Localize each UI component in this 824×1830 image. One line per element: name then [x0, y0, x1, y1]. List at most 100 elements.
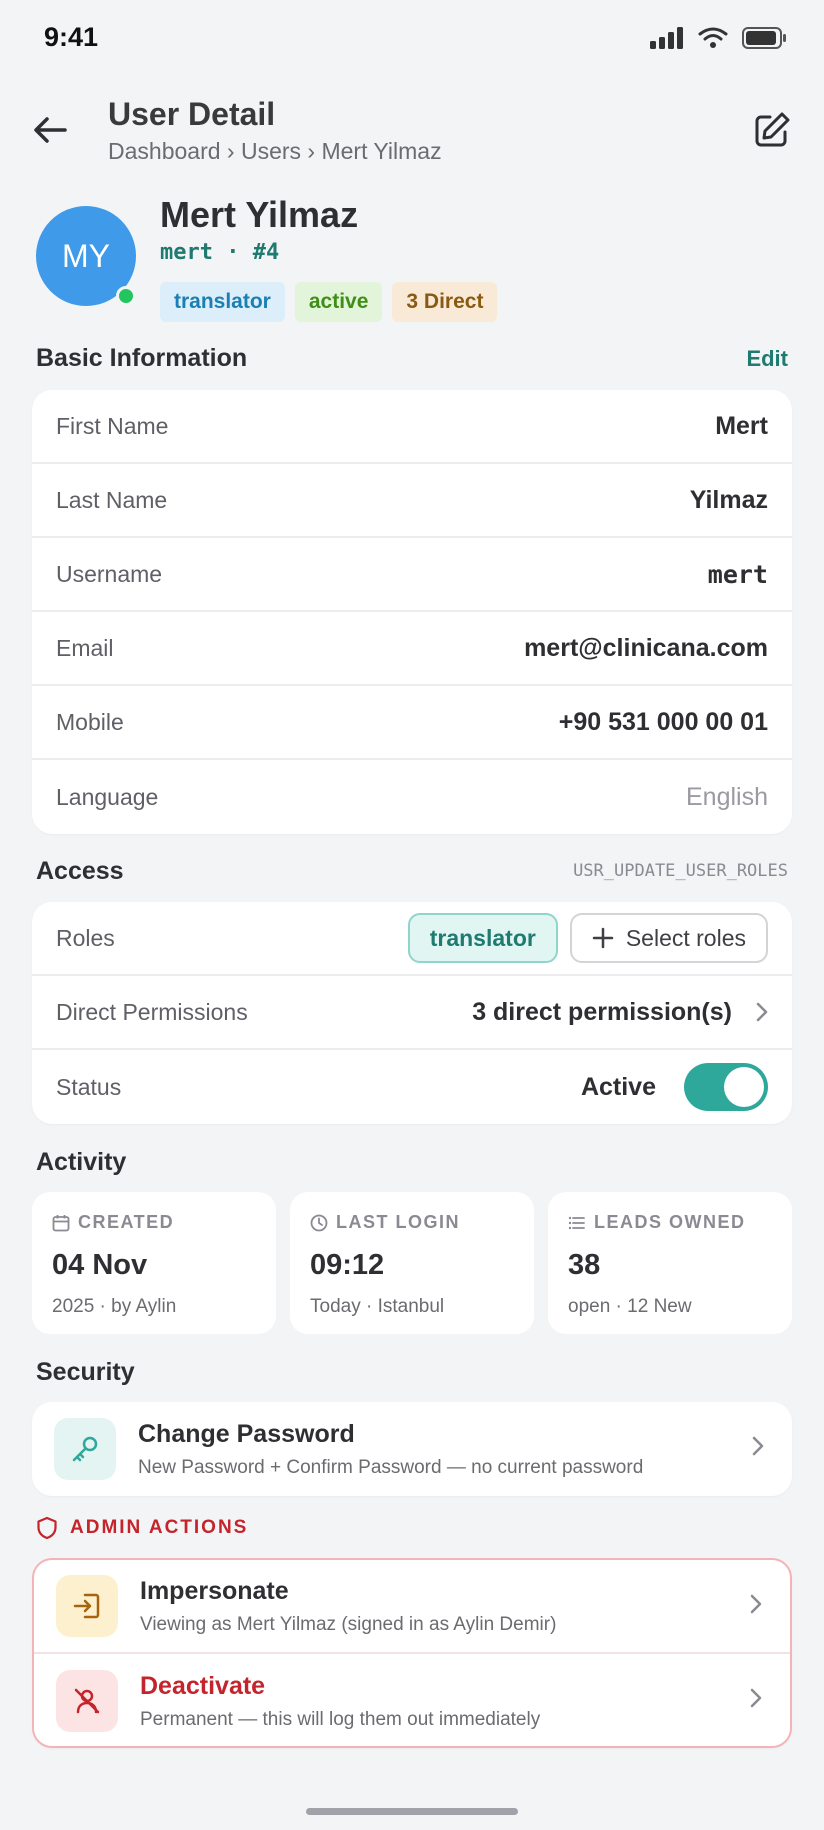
admin-actions-title: ADMIN ACTIONS: [70, 1517, 249, 1538]
chevron-right-icon: [750, 1688, 762, 1708]
wifi-icon: [698, 27, 728, 48]
stat-caption: CREATED: [52, 1212, 256, 1233]
row-label: Email: [56, 634, 114, 661]
row-direct-permissions[interactable]: Direct Permissions 3 direct permission(s…: [32, 976, 792, 1050]
select-roles-button[interactable]: Select roles: [569, 913, 768, 963]
clock-icon: [310, 1214, 328, 1231]
login-icon: [73, 1593, 100, 1619]
direct-badge: 3 Direct: [392, 282, 498, 322]
status-icons: [650, 26, 788, 50]
row-label: Status: [56, 1073, 122, 1100]
status-badge: active: [294, 282, 383, 322]
impersonate-desc: Viewing as Mert Yilmaz (signed in as Ayl…: [140, 1613, 557, 1635]
stat-detail: 2025 · by Aylin: [52, 1296, 177, 1317]
row-label: Mobile: [56, 708, 124, 735]
stat-card-created: CREATED 04 Nov 2025 · by Aylin: [32, 1192, 276, 1334]
stat-card-leads-owned: LEADS OWNED 38 open · 12 New: [548, 1192, 792, 1334]
change-password-desc: New Password + Confirm Password — no cur…: [138, 1456, 644, 1478]
arrow-left-icon: [34, 117, 67, 143]
row-email[interactable]: Email mert@clinicana.com: [32, 612, 792, 686]
key-icon-wrap: [54, 1418, 116, 1480]
row-value: 3 direct permission(s): [472, 997, 732, 1026]
user-name: Mert Yilmaz: [160, 194, 359, 235]
row-label: Username: [56, 560, 163, 587]
shield-icon: [37, 1516, 57, 1540]
user-handle: mert · #4: [160, 240, 280, 265]
user-off-icon: [74, 1688, 100, 1714]
status-group: Active: [581, 1063, 768, 1111]
toggle-knob: [724, 1067, 764, 1107]
roles-group: translator Select roles: [407, 913, 768, 963]
stat-card-last-login: LAST LOGIN 09:12 Today · Istanbul: [290, 1192, 534, 1334]
battery-icon: [742, 27, 786, 49]
deactivate-button[interactable]: Deactivate Permanent — this will log the…: [34, 1654, 790, 1746]
change-password-text: Change Password New Password + Confirm P…: [138, 1420, 643, 1479]
deactivate-title: Deactivate: [140, 1671, 266, 1700]
impersonate-button[interactable]: Impersonate Viewing as Mert Yilmaz (sign…: [34, 1560, 790, 1654]
edit-icon: [755, 112, 790, 147]
status-toggle[interactable]: [684, 1063, 768, 1111]
status-time: 9:41: [44, 22, 99, 52]
impersonate-text: Impersonate Viewing as Mert Yilmaz (sign…: [140, 1577, 556, 1636]
list-icon: [568, 1216, 585, 1229]
row-value: Active: [580, 1072, 656, 1101]
chevron-right-icon: [752, 1436, 764, 1456]
chevron-right-icon: [750, 1594, 762, 1614]
stat-value: 09:12: [310, 1249, 385, 1281]
change-password-title: Change Password: [138, 1419, 355, 1448]
stat-caption: LAST LOGIN: [310, 1212, 514, 1233]
top-header: User Detail Dashboard › Users › Mert Yil…: [0, 78, 824, 188]
basic-info-title: Basic Information: [36, 344, 248, 372]
row-roles: Roles translator Select roles: [32, 902, 792, 976]
stat-caption-text: LAST LOGIN: [336, 1212, 460, 1232]
permission-code: USR_UPDATE_USER_ROLES: [573, 861, 788, 881]
deactivate-text: Deactivate Permanent — this will log the…: [140, 1672, 540, 1731]
row-first-name[interactable]: First Name Mert: [32, 390, 792, 464]
key-icon: [72, 1436, 98, 1462]
direct-permissions-group: 3 direct permission(s): [472, 998, 768, 1027]
activity-title: Activity: [36, 1148, 127, 1176]
role-chip-translator[interactable]: translator: [407, 913, 558, 963]
security-card: Change Password New Password + Confirm P…: [32, 1402, 792, 1496]
online-indicator: [116, 286, 136, 306]
status-bar: 9:41: [0, 0, 824, 78]
chevron-right-icon: [756, 1002, 768, 1022]
access-card: Roles translator Select roles Direct Per…: [32, 902, 792, 1124]
admin-actions-card: Impersonate Viewing as Mert Yilmaz (sign…: [32, 1558, 792, 1748]
impersonate-title: Impersonate: [140, 1576, 289, 1605]
stat-caption: LEADS OWNED: [568, 1212, 772, 1233]
row-label: Last Name: [56, 486, 168, 513]
stat-detail: Today · Istanbul: [310, 1296, 445, 1317]
back-button[interactable]: [28, 108, 72, 152]
edit-user-button[interactable]: [750, 108, 794, 152]
admin-actions-heading: ADMIN ACTIONS: [36, 1516, 248, 1540]
row-label: First Name: [56, 412, 169, 439]
security-title: Security: [36, 1358, 135, 1386]
access-title: Access: [36, 857, 124, 885]
user-off-icon-wrap: [56, 1670, 118, 1732]
change-password-button[interactable]: Change Password New Password + Confirm P…: [32, 1402, 792, 1496]
home-indicator[interactable]: [306, 1808, 518, 1815]
row-status: Status Active: [32, 1050, 792, 1124]
profile-badges: translator active 3 Direct: [160, 282, 498, 322]
breadcrumb[interactable]: Dashboard › Users › Mert Yilmaz: [108, 138, 442, 165]
row-label: Direct Permissions: [56, 998, 248, 1025]
calendar-icon: [52, 1214, 70, 1231]
deactivate-desc: Permanent — this will log them out immed…: [140, 1708, 541, 1730]
stat-caption-text: CREATED: [78, 1212, 175, 1232]
stat-value: 38: [568, 1249, 601, 1281]
row-value: English: [686, 782, 768, 811]
row-username[interactable]: Username mert: [32, 538, 792, 612]
stat-value: 04 Nov: [52, 1249, 148, 1281]
basic-info-edit-button[interactable]: Edit: [746, 346, 788, 372]
select-roles-label: Select roles: [625, 924, 746, 951]
login-icon-wrap: [56, 1575, 118, 1637]
stat-detail: open · 12 New: [568, 1296, 692, 1317]
plus-icon: [592, 927, 614, 949]
row-value: Yilmaz: [689, 485, 768, 514]
basic-info-card: First Name Mert Last Name Yilmaz Usernam…: [32, 390, 792, 834]
row-mobile[interactable]: Mobile +90 531 000 00 01: [32, 686, 792, 760]
row-value: Mert: [715, 411, 768, 440]
row-language[interactable]: Language English: [32, 760, 792, 834]
row-last-name[interactable]: Last Name Yilmaz: [32, 464, 792, 538]
